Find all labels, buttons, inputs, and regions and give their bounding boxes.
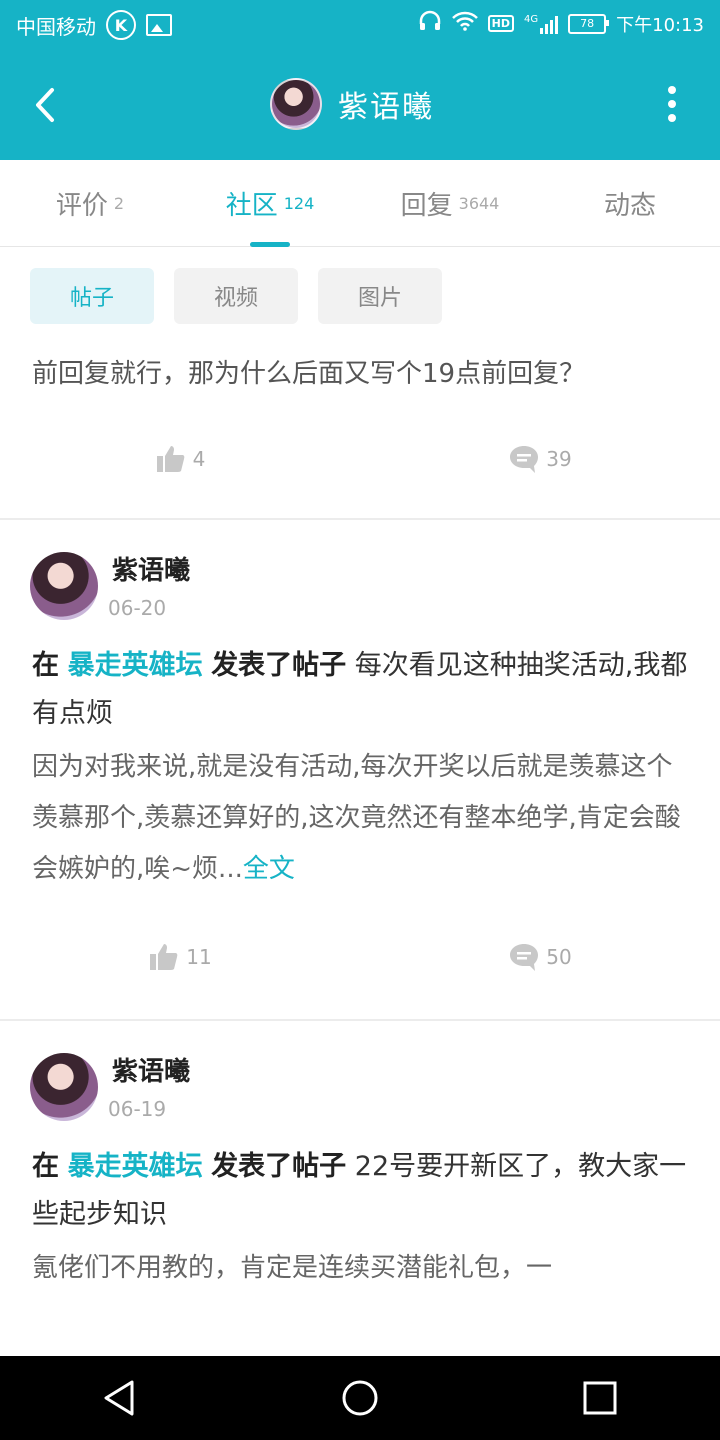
more-vertical-icon (662, 86, 682, 122)
system-nav-bar (0, 1356, 720, 1440)
filter-posts[interactable]: 帖子 (30, 268, 154, 324)
post-actions: 11 50 (0, 895, 720, 1019)
post-card[interactable]: 前回复就行，那为什么后面又写个19点前回复？ 4 39 (0, 330, 720, 520)
tab-label: 回复 (400, 190, 453, 221)
home-circle-icon (342, 1380, 378, 1416)
title-prefix: 在 (32, 1151, 59, 1182)
tab-count: 2 (113, 193, 125, 213)
tab-bar: 评价 2 社区 124 回复 3644 动态 (0, 160, 720, 247)
thumbs-up-icon (150, 944, 178, 970)
thumbs-up-icon (156, 446, 184, 472)
status-bar: 中国移动 K HD 4G 78 下午10:13 (0, 0, 720, 50)
tab-activity[interactable]: 动态 (540, 160, 720, 246)
filter-videos[interactable]: 视频 (174, 268, 298, 324)
post-card[interactable]: 紫语曦 06-19 在 暴走英雄坛 发表了帖子 22号要开新区了，教大家一些起步… (0, 1021, 720, 1294)
comment-count: 50 (546, 945, 572, 969)
post-card[interactable]: 紫语曦 06-20 在 暴走英雄坛 发表了帖子 每次看见这种抽奖活动,我都有点烦… (0, 520, 720, 1021)
tab-count: 3644 (458, 193, 500, 213)
chevron-left-icon (36, 88, 54, 122)
avatar (270, 78, 322, 130)
app-header: 紫语曦 (0, 50, 720, 160)
avatar[interactable] (30, 1053, 98, 1121)
filter-chips: 帖子 视频 图片 (30, 268, 442, 324)
recents-square-icon (583, 1381, 617, 1415)
post-header: 紫语曦 06-20 (0, 520, 720, 628)
filter-images[interactable]: 图片 (318, 268, 442, 324)
post-header: 紫语曦 06-19 (0, 1021, 720, 1129)
tab-label: 社区 (225, 190, 278, 221)
title-action: 发表了帖子 (211, 650, 347, 681)
post-excerpt: 氪佬们不用教的，肯定是连续买潜能礼包，一 (32, 1253, 553, 1283)
back-button[interactable] (26, 80, 66, 130)
title-action: 发表了帖子 (211, 1151, 347, 1182)
author-name[interactable]: 紫语曦 (112, 1051, 190, 1088)
back-triangle-icon (104, 1380, 134, 1416)
post-text: 氪佬们不用教的，肯定是连续买潜能礼包，一 (0, 1239, 720, 1294)
hd-icon: HD (487, 15, 514, 32)
time-label: 下午10:13 (616, 14, 704, 36)
forum-link[interactable]: 暴走英雄坛 (68, 650, 203, 681)
like-count: 4 (192, 447, 206, 471)
image-icon (146, 14, 172, 36)
page-title: 紫语曦 (338, 90, 434, 125)
comment-count: 39 (546, 447, 572, 471)
header-profile[interactable]: 紫语曦 (270, 78, 434, 130)
like-count: 11 (186, 945, 212, 969)
carrier-label: 中国移动 (16, 14, 96, 39)
read-more-link[interactable]: 全文 (243, 854, 295, 884)
comment-bubble-icon (510, 944, 539, 971)
like-button[interactable]: 4 (0, 400, 360, 518)
status-left: 中国移动 K (16, 10, 172, 40)
comment-button[interactable]: 50 (360, 895, 720, 1019)
more-button[interactable] (662, 86, 682, 126)
tab-community[interactable]: 社区 124 (180, 160, 360, 246)
nav-back-button[interactable] (90, 1368, 150, 1428)
post-feed[interactable]: 前回复就行，那为什么后面又写个19点前回复？ 4 39 紫语曦 06-20 在 … (0, 330, 720, 1356)
signal-icon: 4G (524, 13, 559, 34)
battery-icon: 78 (568, 13, 610, 34)
post-title[interactable]: 在 暴走英雄坛 发表了帖子 每次看见这种抽奖活动,我都有点烦 (0, 628, 720, 738)
tab-reviews[interactable]: 评价 2 (0, 160, 180, 246)
post-excerpt: 因为对我来说,就是没有活动,每次开奖以后就是羡慕这个羡慕那个,羡慕还算好的,这次… (32, 752, 681, 884)
post-text: 因为对我来说,就是没有活动,每次开奖以后就是羡慕这个羡慕那个,羡慕还算好的,这次… (0, 738, 720, 895)
headset-icon (418, 10, 442, 37)
tab-replies[interactable]: 回复 3644 (360, 160, 540, 246)
post-actions: 4 39 (0, 400, 720, 518)
post-text: 前回复就行，那为什么后面又写个19点前回复？ (32, 359, 586, 389)
network-label: 4G (524, 13, 539, 25)
post-title[interactable]: 在 暴走英雄坛 发表了帖子 22号要开新区了，教大家一些起步知识 (0, 1129, 720, 1239)
title-prefix: 在 (32, 650, 59, 681)
tab-label: 动态 (603, 190, 656, 221)
wifi-icon (451, 11, 478, 36)
nav-recents-button[interactable] (570, 1368, 630, 1428)
comment-bubble-icon (510, 446, 539, 473)
post-date: 06-19 (108, 1097, 167, 1121)
nav-home-button[interactable] (330, 1368, 390, 1428)
like-button[interactable]: 11 (0, 895, 360, 1019)
comment-button[interactable]: 39 (360, 400, 720, 518)
forum-link[interactable]: 暴走英雄坛 (68, 1151, 203, 1182)
tab-label: 评价 (55, 190, 108, 221)
k-icon: K (106, 10, 136, 40)
author-name[interactable]: 紫语曦 (112, 550, 190, 587)
avatar[interactable] (30, 552, 98, 620)
post-date: 06-20 (108, 596, 167, 620)
status-right: HD 4G 78 下午10:13 (418, 10, 704, 37)
tab-count: 124 (283, 193, 315, 213)
